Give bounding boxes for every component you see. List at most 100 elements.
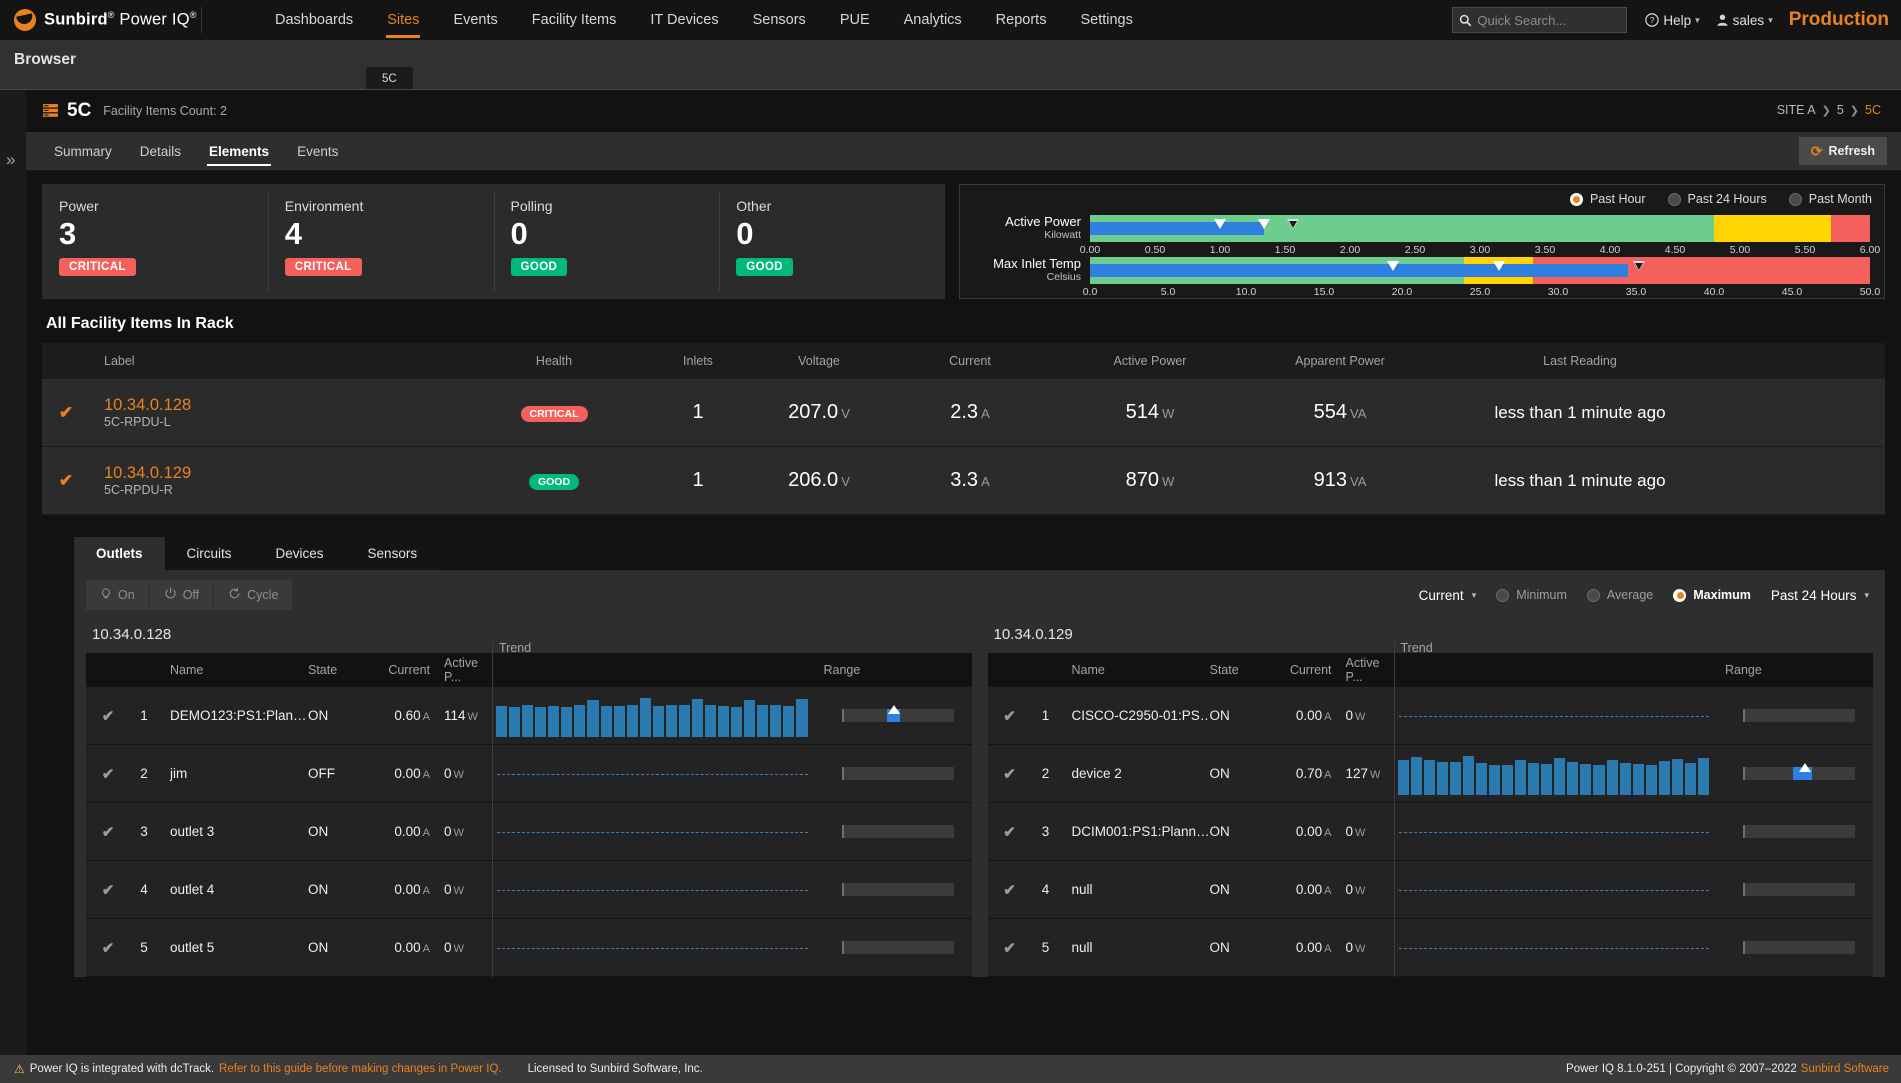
- facility-ip-link[interactable]: 10.34.0.129: [104, 464, 470, 483]
- outlet-name: null: [1071, 882, 1093, 897]
- quick-search-box[interactable]: [1452, 7, 1628, 33]
- outlet-tables-row: 10.34.0.128 Name State Current Active P... T…: [86, 610, 1873, 977]
- table-row[interactable]: ✔ 1 DEMO123:PS1:Plan… ON 0.60 A 114 W: [86, 686, 972, 745]
- table-row[interactable]: ✔ 5 null ON 0.00 A 0 W: [987, 918, 1873, 977]
- outlet-active-power-value: 0: [444, 824, 452, 839]
- outlet-state: ON: [308, 882, 329, 897]
- outlet-cycle-button[interactable]: Cycle: [214, 580, 292, 610]
- row-check-icon[interactable]: ✔: [86, 707, 130, 725]
- aggregate-label: Minimum: [1516, 588, 1567, 602]
- row-check-icon[interactable]: ✔: [86, 881, 130, 899]
- row-check-icon[interactable]: ✔: [86, 939, 130, 957]
- table-row[interactable]: ✔ 3 DCIM001:PS1:Plann… ON 0.00 A 0 W: [987, 802, 1873, 861]
- row-check-icon[interactable]: ✔: [42, 403, 90, 423]
- nav-item-analytics[interactable]: Analytics: [887, 0, 979, 40]
- outlet-range-cell: [824, 883, 972, 896]
- outlet-off-button[interactable]: Off: [150, 580, 215, 610]
- nav-item-facility-items[interactable]: Facility Items: [515, 0, 634, 40]
- facility-active-power-unit: W: [1162, 474, 1175, 489]
- breadcrumb-item-1[interactable]: 5: [1837, 103, 1844, 117]
- nav-item-it-devices[interactable]: IT Devices: [633, 0, 735, 40]
- table-row[interactable]: ✔ 2 device 2 ON 0.70 A 127 W: [987, 744, 1873, 803]
- user-menu[interactable]: sales ▾: [1716, 13, 1773, 28]
- row-check-icon[interactable]: ✔: [988, 823, 1032, 841]
- outlet-state: ON: [1209, 824, 1230, 839]
- facility-ip-link[interactable]: 10.34.0.128: [104, 396, 470, 415]
- row-check-icon[interactable]: ✔: [988, 765, 1032, 783]
- footer-guide-link[interactable]: Refer to this guide before making change…: [219, 1063, 502, 1075]
- refresh-icon: ⟳: [1810, 142, 1823, 159]
- outlet-col-header: Range: [823, 663, 861, 677]
- metric-select[interactable]: Current ▾: [1419, 588, 1477, 603]
- nav-item-events[interactable]: Events: [436, 0, 514, 40]
- table-row[interactable]: ✔ 4 null ON 0.00 A 0 W: [987, 860, 1873, 919]
- gauge-range-past-month[interactable]: Past Month: [1788, 192, 1872, 206]
- outlet-range-cell: [824, 767, 972, 780]
- subtab-details[interactable]: Details: [126, 132, 195, 170]
- row-check-icon[interactable]: ✔: [988, 707, 1032, 725]
- outlet-tab-circuits[interactable]: Circuits: [164, 537, 254, 570]
- aggregate-label: Average: [1606, 588, 1654, 602]
- outlet-current-unit: A: [1324, 711, 1332, 723]
- table-row[interactable]: ✔ 5 outlet 5 ON 0.00 A 0 W: [86, 918, 972, 977]
- period-select[interactable]: Past 24 Hours ▾: [1771, 588, 1869, 603]
- outlet-range-cell: [824, 705, 972, 722]
- refresh-label: Refresh: [1828, 144, 1875, 158]
- outlet-tab-outlets[interactable]: Outlets: [74, 537, 165, 570]
- outlet-tab-sensors[interactable]: Sensors: [345, 537, 440, 570]
- gauge-bar: [1090, 257, 1870, 284]
- facility-inlets: 1: [638, 401, 758, 424]
- row-check-icon[interactable]: ✔: [988, 939, 1032, 957]
- breadcrumb-item-2[interactable]: 5C: [1865, 103, 1881, 117]
- table-row[interactable]: ✔ 10.34.0.128 5C-RPDU-L CRITICAL 1 207.0 V 2.3 A…: [42, 379, 1885, 447]
- subtab-elements[interactable]: Elements: [195, 132, 283, 170]
- facility-last-reading: less than 1 minute ago: [1440, 471, 1720, 491]
- table-row[interactable]: ✔ 3 outlet 3 ON 0.00 A 0 W: [86, 802, 972, 861]
- outlet-on-button[interactable]: On: [86, 580, 150, 610]
- outlet-tab-devices[interactable]: Devices: [253, 537, 346, 570]
- table-row[interactable]: ✔ 2 jim OFF 0.00 A 0 W: [86, 744, 972, 803]
- nav-item-sensors[interactable]: Sensors: [736, 0, 823, 40]
- refresh-button[interactable]: ⟳ Refresh: [1798, 137, 1887, 165]
- range-track: [1743, 941, 1855, 954]
- nav-item-dashboards[interactable]: Dashboards: [258, 0, 370, 40]
- nav-item-reports[interactable]: Reports: [979, 0, 1064, 40]
- nav-item-pue[interactable]: PUE: [823, 0, 887, 40]
- row-check-icon[interactable]: ✔: [988, 881, 1032, 899]
- aggregate-minimum[interactable]: Minimum: [1496, 588, 1567, 602]
- row-check-icon[interactable]: ✔: [42, 471, 90, 491]
- outlet-state: ON: [308, 824, 329, 839]
- help-menu[interactable]: ? Help ▾: [1645, 13, 1700, 28]
- breadcrumb-item-0[interactable]: SITE A: [1777, 103, 1816, 117]
- gauge-tick-label: 30.0: [1547, 286, 1569, 298]
- aggregate-average[interactable]: Average: [1586, 588, 1654, 602]
- aggregate-maximum[interactable]: Maximum: [1673, 588, 1751, 602]
- outlet-right-body: ✔ 1 CISCO-C2950-01:PS… ON 0.00 A 0 W ✔ 2 device 2O…: [987, 686, 1873, 977]
- row-check-icon[interactable]: ✔: [86, 823, 130, 841]
- table-row[interactable]: ✔ 4 outlet 4 ON 0.00 A 0 W: [86, 860, 972, 919]
- outlet-range-cell: [1725, 763, 1873, 780]
- subtab-events[interactable]: Events: [283, 132, 352, 170]
- subtab-summary[interactable]: Summary: [40, 132, 126, 170]
- outlet-off-label: Off: [182, 588, 200, 602]
- nav-item-settings[interactable]: Settings: [1063, 0, 1149, 40]
- brand-logo-area[interactable]: Sunbird® Power IQ®: [0, 7, 222, 33]
- expand-sidebar-button[interactable]: »: [6, 150, 15, 170]
- facility-section-title: All Facility Items In Rack: [46, 315, 234, 332]
- table-row[interactable]: ✔ 10.34.0.129 5C-RPDU-R GOOD 1 206.0 V 3.3 A 870 W…: [42, 447, 1885, 515]
- gauge-range-past-24-hours[interactable]: Past 24 Hours: [1667, 192, 1767, 206]
- browser-tab-5c[interactable]: 5C: [366, 67, 413, 90]
- footer-company-link[interactable]: Sunbird Software: [1801, 1063, 1889, 1075]
- outlet-current: 0.00 A: [366, 824, 430, 839]
- nav-item-sites[interactable]: Sites: [370, 0, 436, 40]
- table-row[interactable]: ✔ 1 CISCO-C2950-01:PS… ON 0.00 A 0 W: [987, 686, 1873, 745]
- outlet-index: 1: [1041, 708, 1050, 723]
- search-input[interactable]: [1477, 12, 1621, 28]
- outlet-active-power-value: 0: [1345, 882, 1354, 897]
- facility-active-power: 514 W: [1060, 401, 1240, 424]
- facility-last-reading: less than 1 minute ago: [1440, 403, 1720, 423]
- gauge-range-past-hour[interactable]: Past Hour: [1569, 192, 1646, 206]
- brand-divider: [200, 7, 202, 33]
- row-check-icon[interactable]: ✔: [86, 765, 130, 783]
- gauge-body: 0.0 5.0 10.0 15.0 20.0 25.0 30.0 35.0 40.0 45.0 50…: [1083, 257, 1880, 300]
